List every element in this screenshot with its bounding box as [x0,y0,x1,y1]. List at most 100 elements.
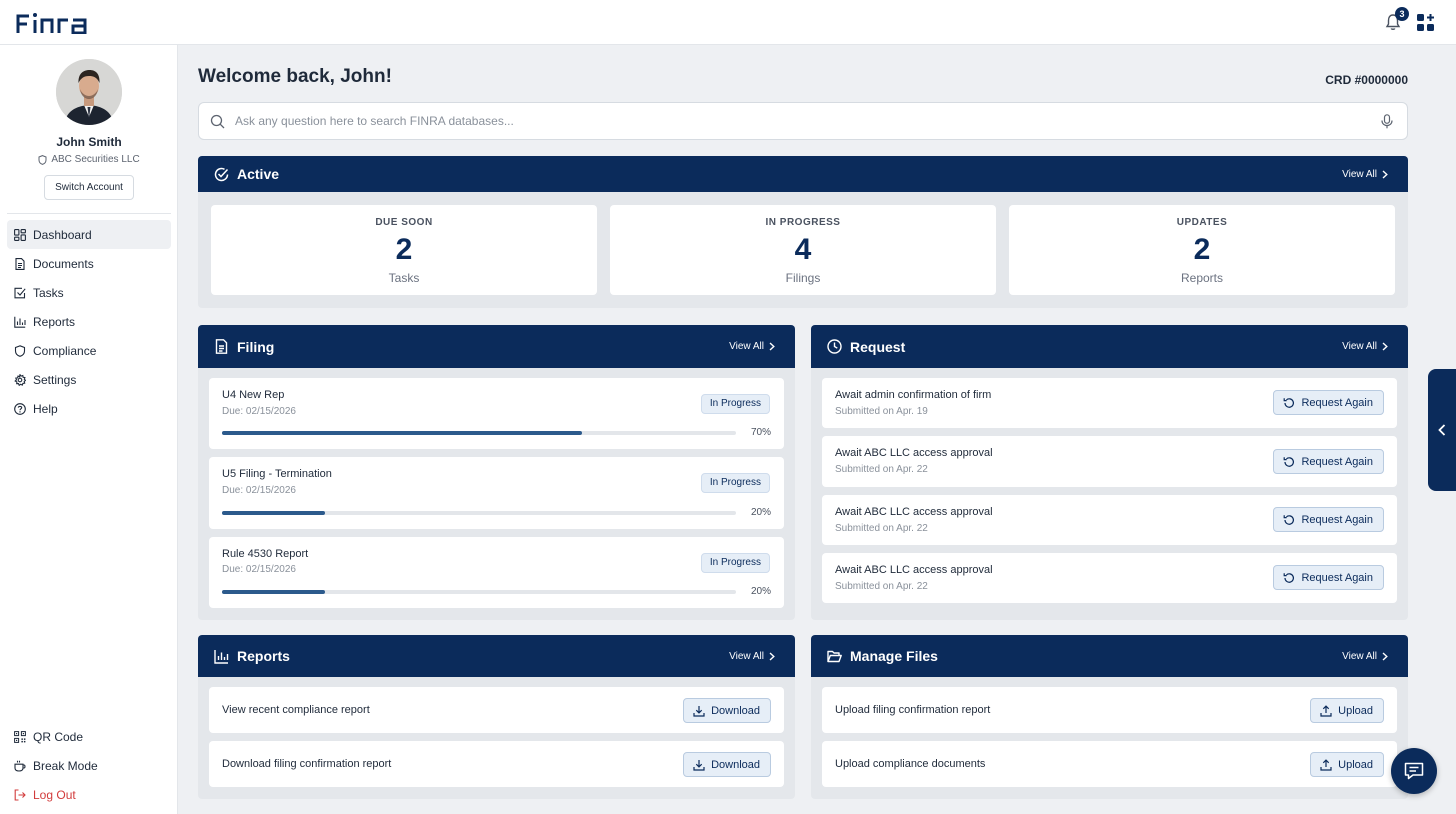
view-all-label: View All [729,650,764,662]
search-icon [210,114,225,129]
button-label: Download [711,758,760,771]
download-icon [693,705,705,717]
user-firm: ABC Securities LLC [0,154,178,165]
sidebar-item-dashboard[interactable]: Dashboard [7,220,171,249]
view-all-label: View All [1342,168,1377,180]
filing-panel-title: Filing [237,338,275,355]
request-submitted-date: Submitted on Apr. 22 [835,581,928,592]
manage-files-view-all-link[interactable]: View All [1342,651,1388,662]
sidebar-item-reports[interactable]: Reports [7,307,171,336]
filing-due-date: Due: 02/15/2026 [222,564,296,575]
filing-view-all-link[interactable]: View All [729,341,775,352]
apps-grid-icon[interactable] [1417,14,1434,31]
chat-icon [1404,762,1424,780]
stat-in-progress[interactable]: IN PROGRESS 4 Filings [610,205,996,295]
sidebar-item-label: Dashboard [33,227,92,242]
refresh-icon [1284,572,1295,583]
request-item: Await ABC LLC access approval Submitted … [822,495,1397,545]
request-again-button[interactable]: Request Again [1273,449,1384,474]
chat-button[interactable] [1391,748,1437,794]
chart-icon [14,316,26,328]
view-all-label: View All [1342,650,1377,662]
request-view-all-link[interactable]: View All [1342,341,1388,352]
download-button[interactable]: Download [683,752,771,777]
request-submitted-date: Submitted on Apr. 22 [835,523,928,534]
report-item: View recent compliance report Download [209,687,784,733]
stat-label: IN PROGRESS [765,217,841,228]
avatar[interactable] [56,59,122,125]
tasks-icon [14,287,26,298]
chevron-left-icon [1438,424,1446,436]
request-again-button[interactable]: Request Again [1273,507,1384,532]
sidebar-item-label: Break Mode [33,758,98,773]
clock-icon [827,339,842,354]
sidebar-item-qr-code[interactable]: QR Code [7,722,171,751]
stat-updates[interactable]: UPDATES 2 Reports [1009,205,1395,295]
stat-label: DUE SOON [375,217,433,228]
chevron-right-icon [1382,651,1388,661]
request-submitted-date: Submitted on Apr. 19 [835,406,928,417]
button-label: Upload [1338,704,1373,717]
manage-files-panel-header: Manage Files View All [811,635,1408,677]
coffee-icon [14,760,26,772]
stat-value: 2 [1193,233,1211,266]
filing-item[interactable]: U4 New Rep Due: 02/15/2026 In Progress 7… [209,378,784,449]
download-button[interactable]: Download [683,698,771,723]
file-name: Upload compliance documents [835,758,986,770]
qr-code-icon [14,730,26,743]
report-item: Download filing confirmation report Down… [209,741,784,787]
sidebar-item-compliance[interactable]: Compliance [7,336,171,365]
search-input[interactable] [235,111,1355,131]
sidebar-item-settings[interactable]: Settings [7,365,171,394]
progress-percent: 20% [750,507,771,518]
switch-account-button[interactable]: Switch Account [44,175,134,200]
reports-panel-header: Reports View All [198,635,795,677]
chevron-right-icon [1382,342,1388,351]
report-name: View recent compliance report [222,704,370,716]
logout-icon [14,788,26,801]
sidebar-item-label: Documents [33,256,94,271]
request-panel-header: Request View All [811,325,1408,368]
reports-view-all-link[interactable]: View All [729,651,775,662]
stat-due-soon[interactable]: DUE SOON 2 Tasks [211,205,597,295]
progress-percent: 20% [750,586,771,597]
search-bar[interactable] [198,102,1408,140]
document-icon [215,339,228,354]
button-label: Request Again [1301,455,1373,468]
check-circle-icon [214,167,229,181]
request-panel: Request View All Await admin confirmatio… [811,325,1408,620]
microphone-icon[interactable] [1380,114,1394,129]
page-title: Welcome back, John! [198,66,392,87]
sidebar-item-label: Reports [33,314,76,329]
notification-badge: 3 [1395,7,1409,21]
active-panel-title: Active [237,166,280,182]
help-icon [14,402,26,415]
button-label: Request Again [1301,513,1373,526]
user-firm-label: ABC Securities LLC [51,154,140,165]
active-panel-header: Active View All [198,156,1408,192]
request-again-button[interactable]: Request Again [1273,565,1384,590]
progress-bar [222,431,736,435]
filing-item[interactable]: Rule 4530 Report Due: 02/15/2026 In Prog… [209,537,784,608]
upload-button[interactable]: Upload [1310,752,1384,777]
sidebar-item-documents[interactable]: Documents [7,249,171,278]
request-item: Await ABC LLC access approval Submitted … [822,436,1397,487]
view-all-label: View All [729,341,764,352]
chevron-right-icon [1382,169,1388,179]
upload-icon [1320,704,1332,717]
upload-button[interactable]: Upload [1310,698,1384,723]
finra-logo[interactable] [15,12,90,34]
request-again-button[interactable]: Request Again [1273,390,1384,415]
sidebar-item-tasks[interactable]: Tasks [7,278,171,307]
reports-panel-title: Reports [237,648,290,664]
sidebar-item-log-out[interactable]: Log Out [7,780,171,809]
side-panel-toggle[interactable] [1428,369,1456,491]
status-badge: In Progress [700,394,770,414]
button-label: Request Again [1301,396,1373,409]
sidebar-item-break-mode[interactable]: Break Mode [7,751,171,780]
sidebar-item-help[interactable]: Help [7,394,171,423]
active-view-all-link[interactable]: View All [1342,169,1388,180]
chart-icon [214,649,229,664]
progress-bar [222,511,736,515]
filing-item[interactable]: U5 Filing - Termination Due: 02/15/2026 … [209,457,784,529]
